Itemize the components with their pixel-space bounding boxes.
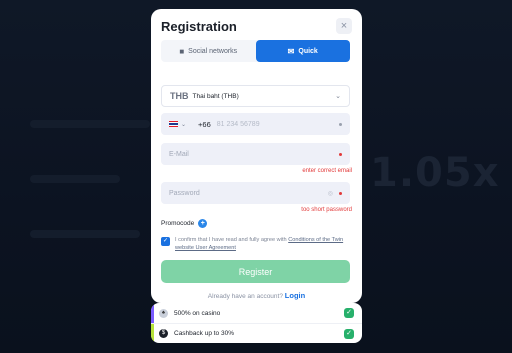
thailand-flag-icon[interactable] xyxy=(169,121,178,127)
background-multiplier: 1.05x xyxy=(370,150,500,196)
envelope-icon: ✉ xyxy=(287,46,295,56)
bonus-card: ♠ 500% on casino ✓ $ Cashback up to 30% … xyxy=(151,303,362,343)
bonus-accent-bar xyxy=(151,303,154,323)
casino-icon: ♠ xyxy=(159,308,168,318)
agreement-text: I confirm that I have read and fully agr… xyxy=(175,236,350,252)
close-button[interactable]: × xyxy=(336,18,352,34)
email-field[interactable]: E-Mail xyxy=(161,143,350,165)
tab-quick[interactable]: ✉ Quick xyxy=(255,40,350,62)
bonus-label: 500% on casino xyxy=(174,309,221,317)
login-link[interactable]: Login xyxy=(285,291,305,300)
modal-title: Registration xyxy=(161,19,237,34)
tab-social-networks[interactable]: ■ Social networks xyxy=(161,40,256,62)
email-error: enter correct email xyxy=(302,168,352,174)
agreement-checkbox[interactable]: ✓ xyxy=(161,237,170,246)
plus-icon[interactable]: + xyxy=(198,219,208,228)
phone-input[interactable]: 81 234 56789 xyxy=(217,121,260,128)
email-input[interactable]: E-Mail xyxy=(169,151,189,158)
error-indicator xyxy=(339,152,342,156)
cashback-icon: $ xyxy=(159,329,168,338)
register-button[interactable]: Register xyxy=(161,260,350,283)
phone-field[interactable]: ⌄ +66 81 234 56789 xyxy=(161,113,350,135)
promocode-toggle[interactable]: Promocode + xyxy=(161,219,208,228)
password-error: too short password xyxy=(301,207,352,213)
promocode-label: Promocode xyxy=(161,220,195,227)
tab-label: Quick xyxy=(298,47,318,55)
login-row: Already have an account? Login xyxy=(151,291,362,300)
required-indicator xyxy=(339,122,342,126)
chevron-down-icon[interactable]: ⌄ xyxy=(181,121,186,128)
background-placeholder xyxy=(30,230,140,238)
error-indicator xyxy=(339,191,342,195)
agreement-row: ✓ I confirm that I have read and fully a… xyxy=(161,236,350,252)
bonus-item: ♠ 500% on casino ✓ xyxy=(151,303,362,323)
chevron-down-icon: ⌄ xyxy=(335,93,341,100)
check-icon: ✓ xyxy=(344,328,354,339)
currency-select[interactable]: THB Thai baht (THB) ⌄ xyxy=(161,85,350,107)
password-input[interactable]: Password xyxy=(169,190,200,197)
password-field[interactable]: Password ◎ xyxy=(161,182,350,204)
registration-tabs: ■ Social networks ✉ Quick xyxy=(161,40,350,62)
login-prompt: Already have an account? xyxy=(207,293,283,300)
bonus-item: $ Cashback up to 30% ✓ xyxy=(151,323,362,343)
tab-label: Social networks xyxy=(188,47,238,55)
registration-modal: Registration × ■ Social networks ✉ Quick… xyxy=(151,9,362,303)
currency-name: Thai baht (THB) xyxy=(192,92,239,100)
eye-icon[interactable]: ◎ xyxy=(328,190,333,197)
users-icon: ■ xyxy=(179,46,185,56)
agreement-text-prefix: I confirm that I have read and fully agr… xyxy=(175,237,289,243)
background-placeholder xyxy=(30,175,120,183)
phone-prefix: +66 xyxy=(198,119,211,129)
close-icon: × xyxy=(340,20,348,32)
bonus-accent-bar xyxy=(151,324,154,343)
background-placeholder xyxy=(30,120,150,128)
check-icon: ✓ xyxy=(344,308,354,318)
currency-code: THB xyxy=(170,91,189,101)
bonus-label: Cashback up to 30% xyxy=(174,330,234,337)
